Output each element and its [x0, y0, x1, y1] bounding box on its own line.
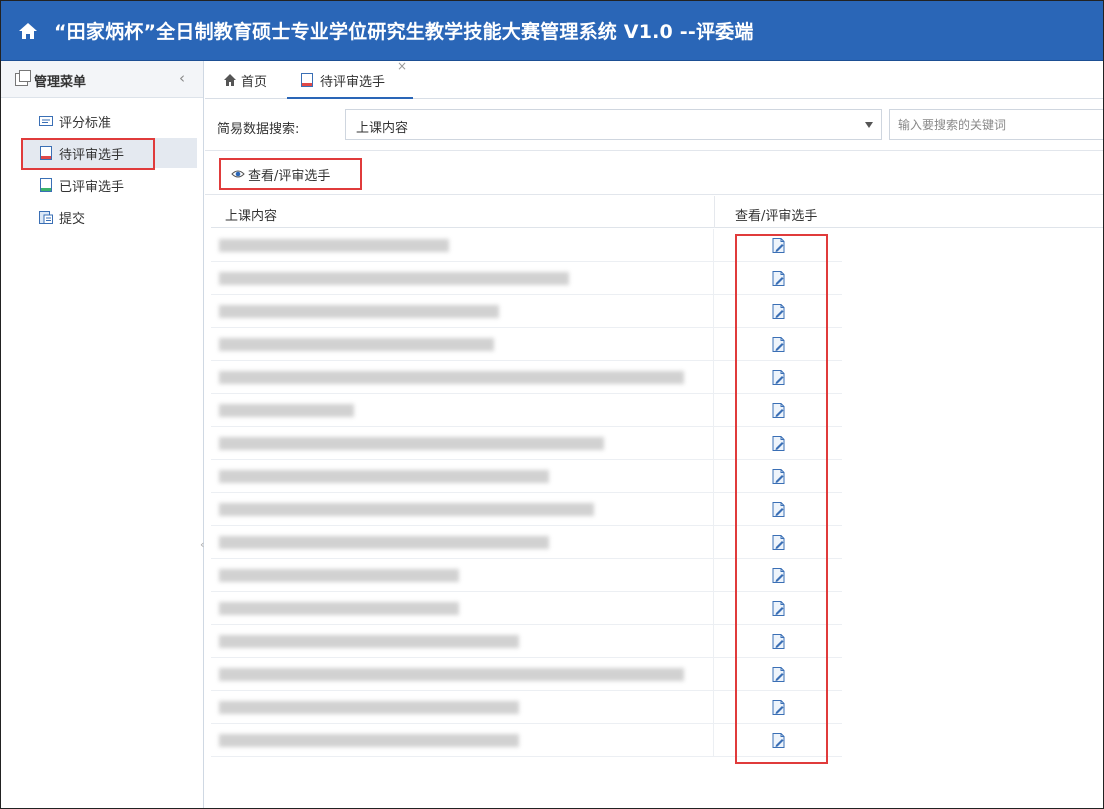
column-header-lesson-content: 上课内容 — [225, 209, 278, 224]
lesson-content-cell — [211, 262, 714, 295]
lesson-content-cell — [211, 493, 714, 526]
tab-label: 待评审选手 — [320, 75, 386, 90]
tab-pending-contestants[interactable]: 待评审选手 × — [287, 59, 413, 99]
obscured-content — [219, 305, 499, 318]
app-header: “田家炳杯”全日制教育硕士专业学位研究生教学技能大赛管理系统 V1.0 --评委… — [1, 1, 1103, 61]
sidebar-item-label: 评分标准 — [59, 116, 112, 131]
obscured-content — [219, 734, 519, 747]
search-bar: 简易数据搜索: 上课内容 — [205, 99, 1103, 151]
highlight-box-actions — [735, 234, 828, 764]
obscured-content — [219, 635, 519, 648]
reviewed-contestant-icon — [40, 178, 52, 192]
obscured-content — [219, 470, 549, 483]
sidebar-header-label: 管理菜单 — [34, 75, 87, 90]
lesson-content-cell — [211, 427, 714, 460]
obscured-content — [219, 272, 569, 285]
menu-icon — [15, 70, 31, 86]
obscured-content — [219, 701, 519, 714]
lesson-content-cell — [211, 625, 714, 658]
obscured-content — [219, 668, 684, 681]
sidebar-item-scoring-standard[interactable]: 评分标准 — [21, 106, 197, 136]
keyword-search-input[interactable] — [889, 109, 1103, 140]
pending-contestant-icon — [301, 73, 313, 87]
lesson-content-cell — [211, 658, 714, 691]
lesson-content-cell — [211, 295, 714, 328]
sidebar-item-label: 提交 — [59, 212, 86, 227]
lesson-content-cell — [211, 229, 714, 262]
obscured-content — [219, 338, 494, 351]
tab-home[interactable]: 首页 — [223, 61, 279, 99]
column-divider — [714, 196, 715, 228]
scoring-standard-icon — [39, 116, 53, 126]
tab-label: 首页 — [241, 75, 268, 90]
obscured-content — [219, 536, 549, 549]
column-header-view-review: 查看/评审选手 — [735, 209, 818, 224]
obscured-content — [219, 569, 459, 582]
lesson-content-cell — [211, 592, 714, 625]
table-header: 上课内容 查看/评审选手 — [211, 196, 1103, 228]
search-label: 简易数据搜索: — [217, 122, 300, 137]
submit-icon — [39, 211, 53, 224]
home-icon[interactable] — [17, 20, 39, 42]
search-field-select[interactable]: 上课内容 — [345, 109, 882, 140]
toolbar: 查看/评审选手 — [205, 151, 1103, 195]
sidebar-item-submit[interactable]: 提交 — [21, 202, 197, 232]
app-title: “田家炳杯”全日制教育硕士专业学位研究生教学技能大赛管理系统 V1.0 --评委… — [54, 21, 754, 43]
collapse-sidebar-icon[interactable]: ‹ — [179, 69, 185, 87]
obscured-content — [219, 437, 604, 450]
sidebar-item-reviewed-contestants[interactable]: 已评审选手 — [21, 170, 197, 200]
highlight-box-sidebar — [21, 138, 155, 170]
close-tab-icon[interactable]: × — [397, 59, 407, 73]
highlight-box-toolbar — [219, 158, 362, 190]
lesson-content-cell — [211, 691, 714, 724]
lesson-content-cell — [211, 328, 714, 361]
lesson-content-cell — [211, 526, 714, 559]
lesson-content-cell — [211, 724, 714, 757]
lesson-content-cell — [211, 394, 714, 427]
obscured-content — [219, 239, 449, 252]
obscured-content — [219, 371, 684, 384]
sidebar-item-label: 已评审选手 — [59, 180, 125, 195]
lesson-content-cell — [211, 460, 714, 493]
app-window: “田家炳杯”全日制教育硕士专业学位研究生教学技能大赛管理系统 V1.0 --评委… — [0, 0, 1104, 809]
lesson-content-cell — [211, 559, 714, 592]
chevron-down-icon — [865, 122, 873, 128]
sidebar-header: 管理菜单 ‹ — [1, 61, 203, 98]
tab-bar: 首页 待评审选手 × — [205, 59, 1103, 99]
main-panel: 首页 待评审选手 × 简易数据搜索: 上课内容 输入要搜索的关键词 查看/评审选… — [205, 59, 1103, 808]
search-field-value: 上课内容 — [356, 121, 409, 136]
sidebar: 管理菜单 ‹ 评分标准 待评审选手 已评审选手 提交 ‹ — [1, 61, 204, 808]
lesson-content-cell — [211, 361, 714, 394]
obscured-content — [219, 602, 459, 615]
obscured-content — [219, 503, 594, 516]
obscured-content — [219, 404, 354, 417]
home-icon — [224, 74, 236, 86]
splitter-handle-icon[interactable]: ‹ — [200, 538, 204, 551]
